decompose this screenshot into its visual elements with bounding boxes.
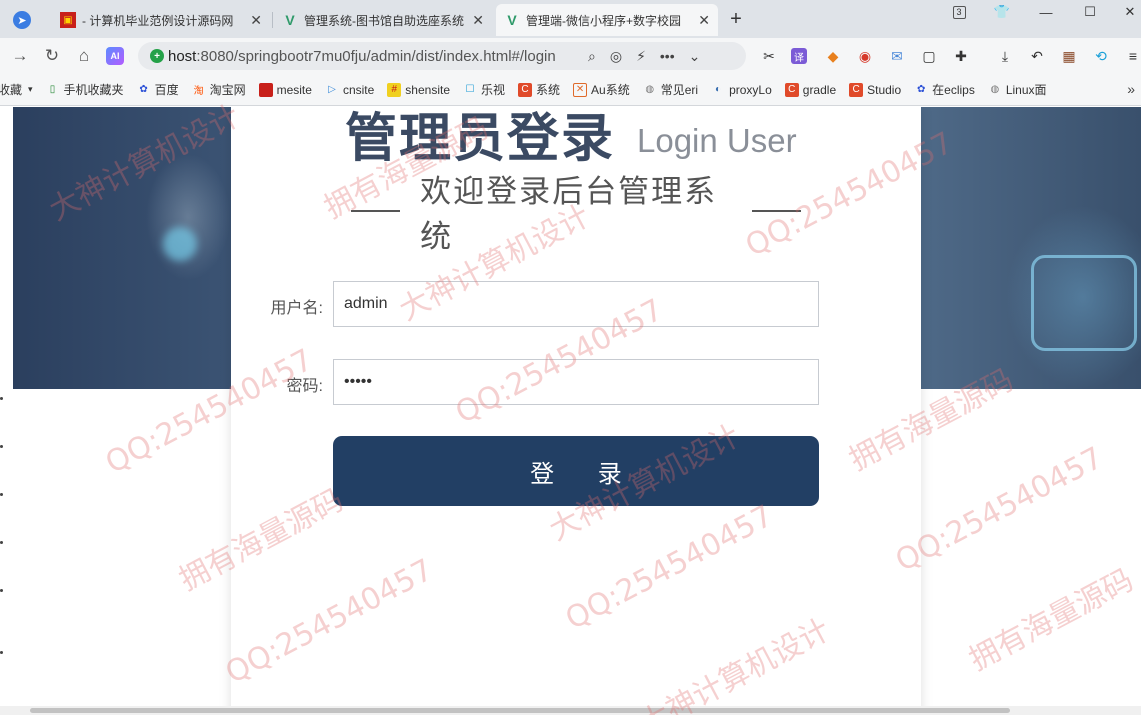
download-icon[interactable]: ⤓ [995,46,1015,66]
bookmark-item[interactable]: ◍ 常见eri [643,81,698,98]
fox-icon[interactable]: ◆ [823,46,843,66]
bookmark-item[interactable]: ☐ 乐视 [463,81,506,98]
bookmark-item[interactable]: Cgradle [784,82,836,97]
tab-strip: ➤ ▣ - 计算机毕业范例设计源码网 ✕ V 管理系统-图书馆自助选座系统 ✕ … [0,0,1141,38]
bookmark-item[interactable]: ✿ 在eclips [914,81,975,98]
globe-icon: ◍ [645,84,655,95]
bookmark-item[interactable]: C 系统 [518,81,560,98]
tv-icon: ☐ [465,84,475,95]
zoom-icon[interactable]: ⌕ [588,48,596,65]
lightning-icon[interactable]: ⚡ [636,48,646,65]
weibo-icon[interactable]: ◉ [855,46,875,66]
bookmark-item[interactable]: # shensite [387,82,450,97]
page-viewport: 管理员登录 Login User 欢迎登录后台管理系统 用户名: 密码: 登 录 [0,107,1141,715]
reload-icon[interactable]: ↻ [40,44,64,68]
close-icon[interactable]: ✕ [698,12,710,29]
phone-icon: ▯ [49,84,56,95]
login-card: 管理员登录 Login User 欢迎登录后台管理系统 用户名: 密码: 登 录 [231,107,921,715]
tab-title: 管理系统-图书馆自助选座系统 [304,13,464,28]
tab-title: - 计算机毕业范例设计源码网 [82,13,234,28]
tab-source-site[interactable]: ▣ - 计算机毕业范例设计源码网 ✕ [52,4,270,36]
page-title: 管理员登录 [345,109,616,169]
address-row: → ↻ ⌂ AI + host:8080/springbootr7mu0fju/… [0,38,1141,74]
password-input[interactable] [333,359,819,405]
tab-library-system[interactable]: V 管理系统-图书馆自助选座系统 ✕ [274,4,492,36]
undo-icon[interactable]: ↶ [1027,46,1047,66]
close-icon[interactable]: ✕ [472,12,484,29]
translate-icon[interactable]: 译 [791,48,807,64]
minimize-icon[interactable]: — [1038,4,1054,20]
bookmark-item[interactable]: ▷ cnsite [325,83,374,97]
address-bar[interactable]: + host:8080/springbootr7mu0fju/admin/dis… [138,42,746,70]
chevron-double-right-icon[interactable]: » [1127,81,1135,97]
red-square-icon [258,82,273,97]
tab-count-icon[interactable]: 3 [951,4,967,20]
scissors-icon[interactable]: ✂ [759,46,779,66]
bookmark-item[interactable]: ◍ Linux面 [988,81,1046,98]
close-icon[interactable]: ✕ [250,12,262,29]
back-arrow-icon[interactable]: → [8,44,32,68]
home-icon[interactable]: ⌂ [72,44,96,68]
shirt-icon[interactable]: 👕 [993,4,1011,20]
username-row: 用户名: [231,281,921,327]
chevron-down-icon[interactable]: ⌄ [689,48,701,65]
c-logo-icon: C [518,82,533,97]
menu-icon[interactable]: ≡ [1123,46,1141,66]
welcome-subtitle: 欢迎登录后台管理系统 [331,174,821,255]
baidu-paw-icon: ✿ [139,84,148,95]
tab-title: 管理端-微信小程序+数字校园 [526,13,682,28]
bookmark-item[interactable]: 淘淘宝网 [192,81,246,98]
url-text[interactable]: host:8080/springbootr7mu0fju/admin/dist/… [168,48,580,65]
secure-shield-icon: + [150,49,164,63]
bookmark-item[interactable]: 收藏 ▾ [0,81,33,98]
compass-icon[interactable]: ◎ [610,48,622,65]
left-edge-strip [0,107,13,715]
puzzle-icon[interactable]: ✚ [951,46,971,66]
globe-icon: ◍ [990,84,1000,95]
page-title-english: Login User [637,122,797,159]
baidu-paw-icon: ✿ [916,84,926,95]
c-logo-icon: C [784,82,799,97]
vue-logo-icon: V [285,12,295,28]
maximize-icon[interactable]: ☐ [1082,4,1098,20]
username-input[interactable] [333,281,819,327]
sync-icon[interactable]: ⟲ [1091,46,1111,66]
horizontal-scrollbar[interactable] [0,706,1141,715]
ai-assistant-icon[interactable]: AI [106,47,124,65]
bookmark-item[interactable]: ✿ 百度 [137,81,178,98]
grid-icon: # [387,82,402,97]
chevron-down-icon: ▾ [28,84,33,94]
bookmark-item[interactable]: mesite [258,82,312,97]
new-tab-plus-icon[interactable]: + [724,6,748,32]
taobao-icon: 淘 [193,86,204,97]
briefcase-icon[interactable]: ▦ [1059,46,1079,66]
username-label: 用户名: [270,300,323,317]
password-label: 密码: [286,378,323,395]
bookmark-item[interactable]: ◐ proxyLo [711,83,772,97]
bookmark-item[interactable]: C Studio [849,82,901,97]
bookmark-item[interactable]: ✕ Au系统 [573,81,630,98]
mail-icon[interactable]: ✉ [887,46,907,66]
window-close-icon[interactable]: ✕ [1122,4,1138,20]
python-icon: ◐ [715,84,722,95]
more-dots-icon[interactable]: ••• [660,48,675,65]
tab-admin-active[interactable]: V 管理端-微信小程序+数字校园 ✕ [496,4,718,36]
vue-logo-icon: V [507,12,517,28]
browser-home-icon[interactable]: ➤ [10,8,34,32]
shield-box-icon[interactable]: ▢ [919,46,939,66]
login-button[interactable]: 登 录 [333,436,819,506]
bookmark-item[interactable]: ▯ 手机收藏夹 [46,81,124,98]
play-icon: ▷ [328,84,336,95]
bookmarks-bar: 收藏 ▾ ▯ 手机收藏夹 ✿ 百度 淘淘宝网 mesite ▷ cnsite # shen… [0,74,1141,106]
red-square-icon: ▣ [60,12,76,28]
c-logo-icon: C [849,82,864,97]
au-icon: ✕ [573,82,588,97]
password-row: 密码: [231,359,921,405]
